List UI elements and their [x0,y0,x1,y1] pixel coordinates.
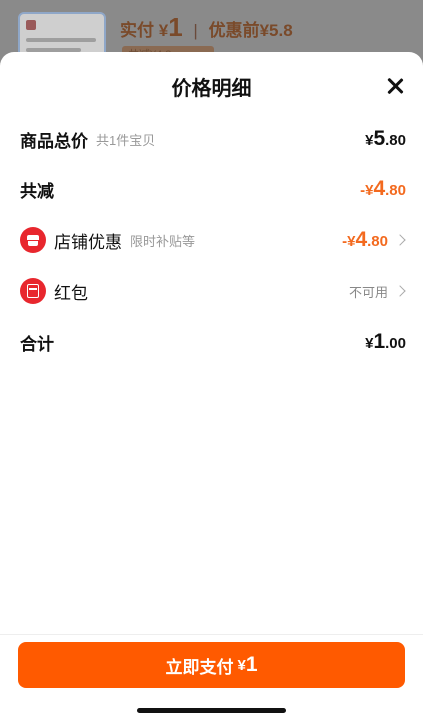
chevron-right-icon [394,234,406,246]
amount-int: 4 [355,228,368,251]
row-total: 商品总价 共1件宝贝 ¥5.80 [20,124,406,154]
before-label: 优惠前 [208,21,260,40]
amount-int: 4 [373,177,386,200]
red-packet-label: 红包 [54,283,88,303]
amount-dec: .80 [385,182,406,199]
red-packet-icon [20,278,46,304]
shop-icon [20,227,46,253]
chevron-right-icon [394,285,406,297]
amount-int: 1 [373,330,386,353]
price-currency: ¥ [158,21,169,40]
sum-amount: ¥1.00 [365,330,406,354]
price-detail-sheet: 价格明细 商品总价 共1件宝贝 ¥5.80 共减 -¥4.80 店铺优惠 限时补… [0,52,423,720]
pay-label: 立即支付 [165,657,234,677]
home-indicator [137,708,286,713]
reduce-amount: -¥4.80 [360,177,406,201]
shop-discount-amount: -¥4.80 [342,228,388,252]
row-shop-discount[interactable]: 店铺优惠 限时补贴等 -¥4.80 [20,225,406,255]
price-value: 1 [168,12,183,42]
thumb-text-line [26,38,96,42]
pay-value: 1 [245,653,258,676]
background-price-summary: 实付 ¥1 | 优惠前¥5.8 [120,12,293,43]
sum-label: 合计 [20,334,54,354]
row-sum: 合计 ¥1.00 [20,327,406,357]
price-separator: | [193,21,198,40]
shop-logo-icon [26,20,36,30]
total-amount: ¥5.80 [365,127,406,151]
close-icon[interactable] [383,74,407,98]
price-prefix: 实付 [120,21,154,40]
red-packet-status: 不可用 [348,284,388,300]
amount-dec: .80 [385,132,406,149]
amount-dec: .00 [385,335,406,352]
pay-now-button[interactable]: 立即支付 ¥1 [18,642,405,688]
before-value: ¥5.8 [259,21,293,40]
total-sub: 共1件宝贝 [96,132,156,148]
reduce-label: 共减 [20,181,54,201]
shop-discount-label: 店铺优惠 [54,232,122,252]
pay-currency: ¥ [237,656,246,674]
currency: -¥ [360,182,374,199]
row-red-packet[interactable]: 红包 不可用 [20,276,406,306]
shop-discount-sub: 限时补贴等 [130,233,196,249]
row-reduce: 共减 -¥4.80 [20,174,406,204]
sheet-title: 价格明细 [171,78,252,100]
amount-int: 5 [373,127,386,150]
amount-dec: .80 [367,233,388,250]
total-label: 商品总价 [20,131,88,151]
currency: -¥ [342,233,356,250]
footer-divider [0,634,423,635]
